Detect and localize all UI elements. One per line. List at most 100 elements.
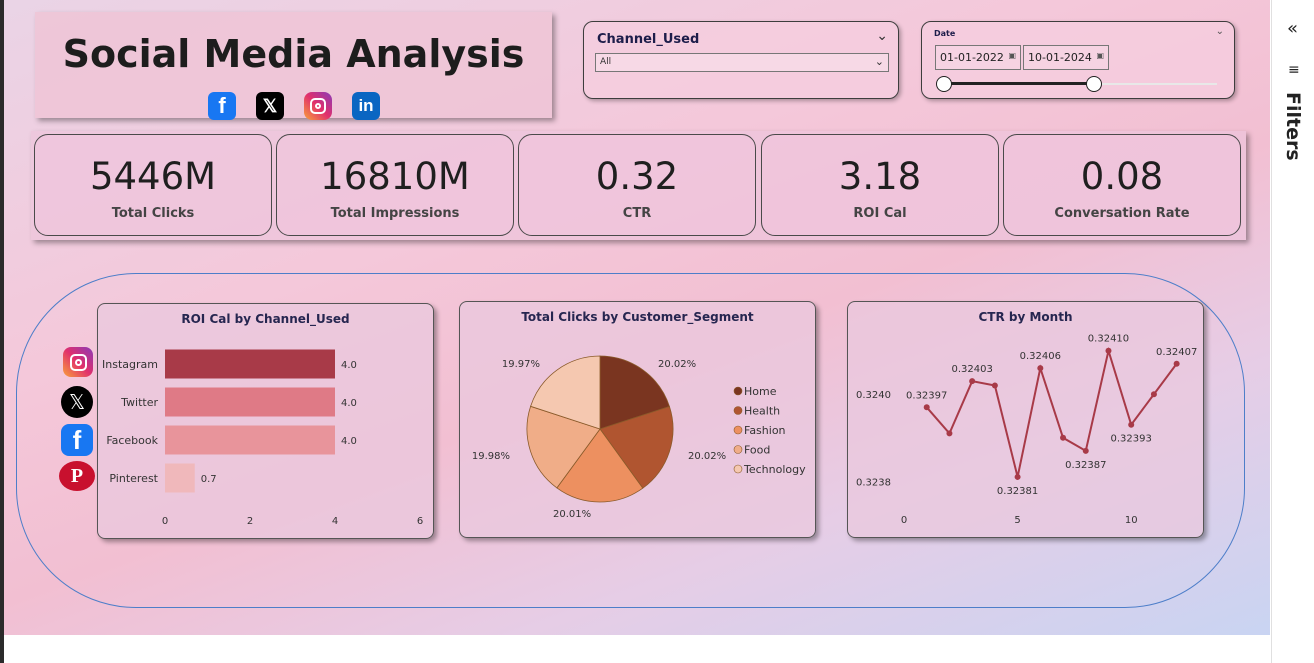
collapse-icon[interactable]: « [1287, 18, 1298, 39]
ctr-point [1082, 447, 1089, 454]
legend-marker [733, 464, 743, 474]
channel-slicer: Channel_Used ⌄ All ⌄ [583, 21, 899, 99]
ctr-point [1150, 391, 1157, 398]
kpi-label: ROI Cal [853, 206, 907, 221]
ctr-data-label: 0.32397 [906, 390, 947, 401]
kpi-roi: 3.18 ROI Cal [761, 134, 999, 236]
ctr-data-label: 0.32393 [1111, 434, 1152, 445]
chevron-down-icon[interactable]: ⌄ [1216, 26, 1224, 37]
title-card: Social Media Analysis f 𝕏 in [35, 12, 552, 120]
report-bottom-strip [4, 635, 1270, 663]
x-tick-label: 6 [417, 516, 423, 527]
legend-marker [733, 386, 743, 396]
y-tick-label: 0.3240 [856, 390, 891, 401]
x-tick-label: 10 [1125, 515, 1138, 526]
x-tick-label: 4 [332, 516, 338, 527]
ctr-data-label: 0.32410 [1088, 334, 1129, 345]
channel-dropdown[interactable]: All ⌄ [595, 53, 889, 72]
bar [165, 463, 195, 493]
date-slicer-label: Date [934, 29, 956, 38]
pie-data-label: 20.02% [658, 359, 696, 370]
instagram-icon [63, 347, 93, 377]
bar [165, 349, 335, 379]
end-date-value: 10-01-2024 [1028, 51, 1092, 64]
pie-data-label: 20.02% [688, 451, 726, 462]
legend-label: Food [744, 444, 770, 457]
legend-label: Fashion [744, 424, 786, 437]
date-slider-end-handle[interactable] [1086, 76, 1102, 92]
legend-label: Technology [743, 463, 806, 476]
line-chart-svg: 0.32397 0.32403 0.32381 0.32406 0.32387 0.324… [856, 334, 1197, 526]
legend-label: Home [744, 385, 777, 398]
ctr-point [946, 430, 953, 437]
date-slicer: Date ⌄ 01-01-2022 ▣ 10-01-2024 ▣ [921, 21, 1235, 99]
kpi-label: Total Clicks [111, 206, 195, 221]
bar-category-label: Instagram [102, 358, 158, 371]
filters-pane-label[interactable]: Filters [1282, 92, 1304, 161]
x-icon: 𝕏 [61, 386, 93, 418]
filters-pane: « ≡ Filters [1271, 0, 1314, 663]
pie-data-label: 20.01% [553, 509, 591, 520]
legend-marker [733, 406, 743, 415]
roi-by-channel-chart: ROI Cal by Channel_Used Instagram 4.0 Twit… [97, 303, 434, 539]
calendar-icon[interactable]: ▣ [1008, 51, 1016, 60]
kpi-total-clicks: 5446M Total Clicks [34, 134, 272, 236]
ctr-data-label: 0.32403 [951, 364, 992, 375]
x-tick-label: 0 [901, 515, 907, 526]
filter-icon: ≡ [1288, 62, 1300, 78]
linkedin-icon: in [352, 92, 382, 122]
start-date-value: 01-01-2022 [940, 51, 1004, 64]
y-tick-label: 0.3238 [856, 477, 891, 488]
bar [165, 425, 335, 455]
ctr-point [1128, 421, 1135, 428]
kpi-label: Total Impressions [330, 206, 460, 221]
kpi-value: 16810M [320, 155, 470, 198]
kpi-label: Conversation Rate [1054, 206, 1190, 221]
pinterest-icon: P [59, 461, 95, 491]
kpi-conversation-rate: 0.08 Conversation Rate [1003, 134, 1241, 236]
ctr-point [1173, 360, 1180, 367]
kpi-ctr: 0.32 CTR [518, 134, 756, 236]
instagram-icon [304, 92, 334, 122]
pie-data-label: 19.97% [502, 359, 540, 370]
legend-marker [733, 445, 743, 454]
facebook-icon: f [208, 92, 238, 122]
ctr-data-label: 0.32407 [1156, 347, 1197, 358]
x-tick-label: 0 [162, 516, 168, 527]
ctr-point [969, 378, 976, 385]
bar-category-label: Facebook [106, 434, 158, 447]
bar-data-label: 4.0 [341, 360, 357, 371]
bar-category-label: Pinterest [109, 472, 158, 485]
ctr-point [991, 382, 998, 389]
x-icon: 𝕏 [256, 92, 286, 122]
ctr-point [923, 404, 930, 411]
bar-data-label: 0.7 [201, 474, 217, 485]
bar-category-label: Twitter [120, 396, 158, 409]
start-date-input[interactable]: 01-01-2022 ▣ [935, 45, 1021, 70]
legend-label: Health [744, 405, 780, 418]
ctr-point [1014, 473, 1021, 480]
pie-chart-svg: 20.02% 20.02% 20.01% 19.98% 19.97% Home Health… [472, 355, 806, 520]
ctr-point [1105, 347, 1112, 354]
pie-data-label: 19.98% [472, 451, 510, 462]
kpi-value: 0.32 [595, 155, 679, 198]
channel-slicer-label: Channel_Used [597, 32, 700, 47]
kpi-label: CTR [622, 206, 652, 221]
end-date-input[interactable]: 10-01-2024 ▣ [1023, 45, 1109, 70]
legend-marker [733, 425, 743, 435]
kpi-total-impressions: 16810M Total Impressions [276, 134, 514, 236]
ctr-data-label: 0.32406 [1020, 351, 1061, 362]
bar-data-label: 4.0 [341, 436, 357, 447]
ctr-point [1037, 365, 1044, 372]
ctr-by-month-chart: CTR by Month 0.32397 0.32403 0.32381 0.3240… [847, 301, 1204, 538]
ctr-data-label: 0.32381 [997, 486, 1038, 497]
ctr-point [1060, 434, 1067, 441]
chevron-down-icon: ⌄ [874, 55, 884, 68]
calendar-icon[interactable]: ▣ [1096, 51, 1104, 60]
date-slider-start-handle[interactable] [936, 76, 952, 92]
chevron-down-icon[interactable]: ⌄ [876, 28, 888, 44]
bar-chart-svg: Instagram 4.0 Twitter 4.0 Facebook 4.0 Pintere… [102, 349, 423, 527]
bar [165, 387, 335, 417]
date-slider-range [942, 82, 1094, 85]
channel-dropdown-value: All [600, 57, 612, 67]
